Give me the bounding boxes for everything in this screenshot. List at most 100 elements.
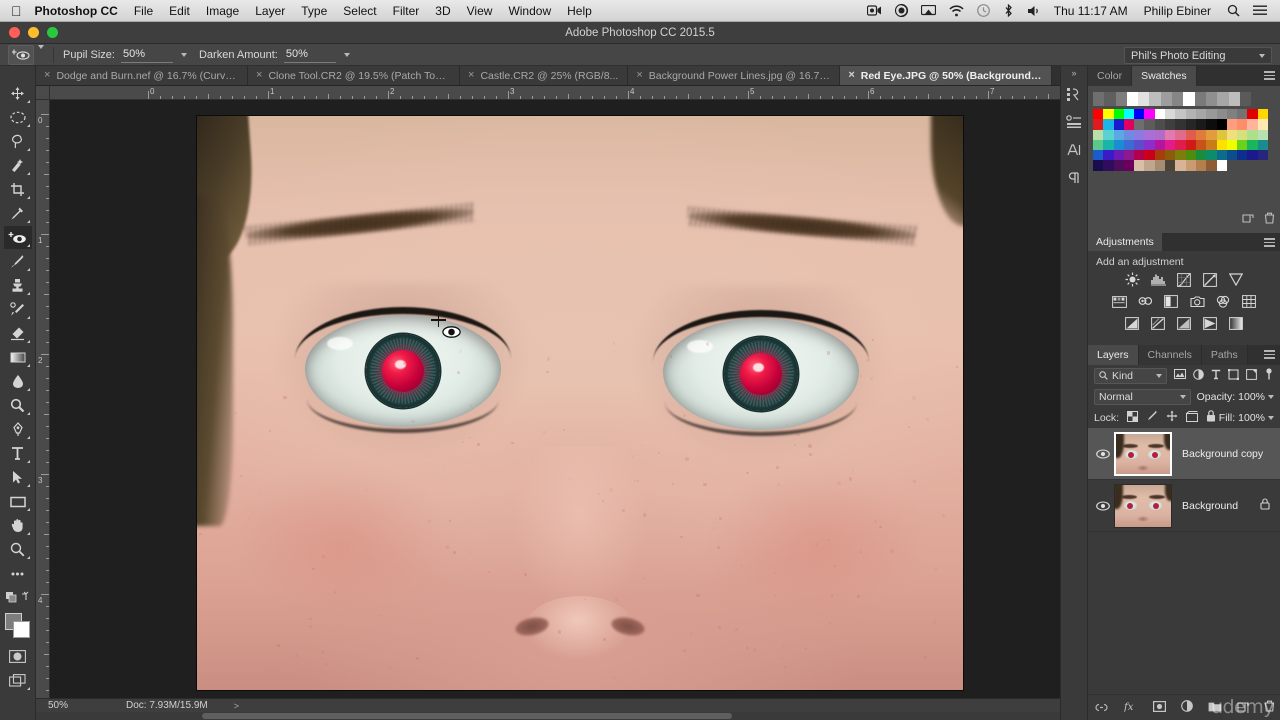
close-button[interactable] bbox=[9, 27, 20, 38]
color-balance-icon[interactable] bbox=[1137, 294, 1153, 309]
swatch-cell[interactable] bbox=[1175, 109, 1186, 120]
swatch-cell[interactable] bbox=[1216, 119, 1227, 130]
swatch-cell[interactable] bbox=[1195, 139, 1207, 151]
adjustment-layer-filter-icon[interactable] bbox=[1193, 368, 1204, 383]
threshold-icon[interactable] bbox=[1176, 316, 1192, 331]
close-tab-icon[interactable]: × bbox=[44, 70, 50, 81]
background-color-swatch[interactable] bbox=[12, 621, 30, 638]
airplay-icon[interactable] bbox=[920, 4, 936, 17]
darken-amount-input[interactable]: 50% bbox=[283, 46, 336, 63]
swatch-cell[interactable] bbox=[1185, 119, 1196, 130]
new-group-icon[interactable] bbox=[1208, 699, 1222, 717]
lock-transparent-pixels-icon[interactable] bbox=[1127, 410, 1139, 425]
zoom-tool[interactable] bbox=[4, 538, 32, 561]
swatch-cell[interactable] bbox=[1175, 150, 1186, 161]
pen-tool[interactable] bbox=[4, 418, 32, 441]
swatch-cell[interactable] bbox=[1103, 119, 1114, 130]
lock-artboard-icon[interactable] bbox=[1186, 410, 1199, 425]
screen-record-icon[interactable] bbox=[866, 5, 882, 16]
swatch-cell[interactable] bbox=[1123, 129, 1135, 140]
image-canvas[interactable] bbox=[196, 115, 964, 691]
swatch-cell[interactable] bbox=[1206, 150, 1217, 161]
swatch-cell[interactable] bbox=[1113, 150, 1124, 161]
red-eye-tool-icon[interactable] bbox=[8, 44, 34, 65]
delete-layer-icon[interactable] bbox=[1264, 699, 1275, 717]
swatch-cell[interactable] bbox=[1093, 92, 1105, 106]
gradient-map-icon[interactable] bbox=[1228, 316, 1244, 331]
smart-object-filter-icon[interactable] bbox=[1246, 368, 1257, 383]
swatch-cell[interactable] bbox=[1216, 150, 1227, 161]
swatch-cell[interactable] bbox=[1195, 160, 1207, 171]
swatch-cell[interactable] bbox=[1103, 139, 1114, 151]
swatch-cell[interactable] bbox=[1237, 129, 1248, 140]
close-tab-icon[interactable]: × bbox=[256, 70, 262, 81]
swatch-cell[interactable] bbox=[1257, 109, 1269, 120]
levels-icon[interactable] bbox=[1150, 272, 1166, 287]
swatch-cell[interactable] bbox=[1257, 139, 1269, 151]
swatch-cell[interactable] bbox=[1103, 129, 1114, 140]
tab-swatches[interactable]: Swatches bbox=[1132, 66, 1197, 86]
swatches-grid[interactable] bbox=[1093, 109, 1275, 171]
swatch-cell[interactable] bbox=[1228, 92, 1240, 106]
search-icon[interactable] bbox=[1227, 4, 1240, 17]
tab-channels[interactable]: Channels bbox=[1138, 345, 1202, 365]
workspace-switcher[interactable]: Phil's Photo Editing bbox=[1124, 47, 1272, 64]
new-layer-icon[interactable] bbox=[1236, 699, 1249, 717]
dropbox-icon[interactable] bbox=[894, 4, 908, 17]
paragraph-panel-icon[interactable] bbox=[1062, 165, 1086, 191]
swatch-cell[interactable] bbox=[1185, 109, 1196, 120]
swatch-cell[interactable] bbox=[1205, 92, 1218, 106]
posterize-icon[interactable] bbox=[1150, 316, 1166, 331]
eye-icon[interactable] bbox=[1094, 448, 1112, 459]
swatch-cell[interactable] bbox=[1103, 109, 1114, 120]
new-adjustment-layer-icon[interactable] bbox=[1180, 699, 1193, 717]
swatch-cell[interactable] bbox=[1093, 160, 1104, 171]
link-layers-icon[interactable] bbox=[1094, 699, 1109, 717]
tool-preset-caret-icon[interactable] bbox=[38, 44, 44, 61]
swatch-cell[interactable] bbox=[1134, 109, 1145, 120]
lasso-tool[interactable] bbox=[4, 130, 32, 153]
properties-panel-icon[interactable] bbox=[1062, 109, 1086, 135]
vibrance-icon[interactable] bbox=[1228, 272, 1244, 287]
swatch-cell[interactable] bbox=[1103, 150, 1114, 161]
swatch-cell[interactable] bbox=[1144, 160, 1155, 171]
swatch-cell[interactable] bbox=[1194, 92, 1206, 106]
lock-all-icon[interactable] bbox=[1206, 410, 1216, 425]
rectangle-tool[interactable] bbox=[4, 490, 32, 513]
swatch-cell[interactable] bbox=[1195, 109, 1207, 120]
horizontal-scrollbar[interactable] bbox=[36, 712, 1060, 720]
hand-tool[interactable] bbox=[4, 514, 32, 537]
swatch-cell[interactable] bbox=[1247, 119, 1258, 130]
document-surface[interactable] bbox=[50, 100, 1060, 700]
brush-tool[interactable] bbox=[4, 250, 32, 273]
photo-filter-icon[interactable] bbox=[1189, 294, 1205, 309]
document-tab-0[interactable]: × Dodge and Burn.nef @ 16.7% (Curves... bbox=[36, 66, 248, 85]
menu-layer[interactable]: Layer bbox=[255, 4, 285, 18]
filter-toggle-icon[interactable] bbox=[1264, 367, 1274, 384]
wifi-icon[interactable] bbox=[949, 4, 964, 17]
swatch-cell[interactable] bbox=[1247, 129, 1258, 140]
swatch-cell[interactable] bbox=[1093, 119, 1104, 130]
layer-style-fx-icon[interactable]: fx bbox=[1123, 699, 1138, 717]
elliptical-marquee-tool[interactable] bbox=[4, 106, 32, 129]
lock-image-pixels-icon[interactable] bbox=[1146, 410, 1158, 425]
swatch-cell[interactable] bbox=[1165, 129, 1176, 140]
panel-menu-icon[interactable] bbox=[1264, 350, 1275, 361]
swatch-cell[interactable] bbox=[1123, 160, 1135, 171]
gradient-tool[interactable] bbox=[4, 346, 32, 369]
swatch-cell[interactable] bbox=[1172, 92, 1184, 106]
swatch-cell[interactable] bbox=[1154, 119, 1166, 130]
swatch-cell[interactable] bbox=[1113, 139, 1124, 151]
swatch-cell[interactable] bbox=[1195, 150, 1207, 161]
close-tab-icon[interactable]: × bbox=[468, 70, 474, 81]
tab-layers[interactable]: Layers bbox=[1088, 345, 1139, 365]
macos-user-name[interactable]: Philip Ebiner bbox=[1144, 4, 1211, 18]
menu-filter[interactable]: Filter bbox=[393, 4, 420, 18]
quick-mask-icon[interactable] bbox=[4, 645, 32, 668]
swatch-cell[interactable] bbox=[1113, 119, 1124, 130]
swatch-cell[interactable] bbox=[1144, 139, 1155, 151]
document-tab-3[interactable]: × Background Power Lines.jpg @ 16.7%... bbox=[628, 66, 841, 85]
swatch-cell[interactable] bbox=[1206, 119, 1217, 130]
bluetooth-icon[interactable] bbox=[1003, 4, 1014, 17]
pupil-size-input[interactable]: 50% bbox=[120, 46, 173, 63]
